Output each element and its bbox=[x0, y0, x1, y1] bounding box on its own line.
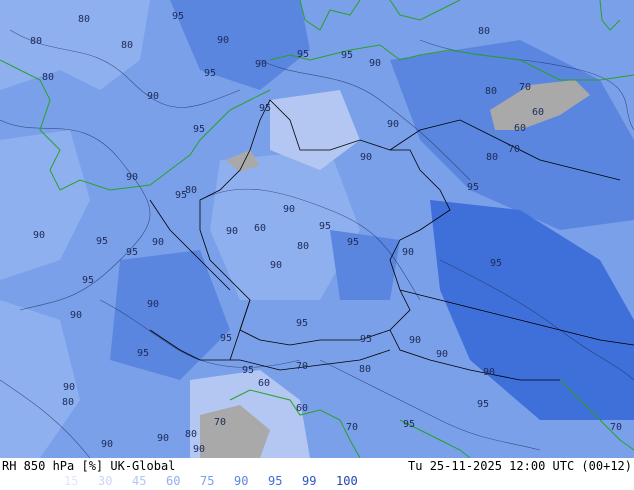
contour-label: 70 bbox=[519, 82, 531, 93]
contour-label: 95 bbox=[259, 103, 271, 114]
contour-label: 90 bbox=[147, 299, 159, 310]
contour-label: 95 bbox=[477, 399, 489, 410]
contour-label: 90 bbox=[283, 204, 295, 215]
contour-label: 95 bbox=[467, 182, 479, 193]
contour-label: 60 bbox=[254, 223, 266, 234]
contour-label: 90 bbox=[217, 35, 229, 46]
contour-label: 95 bbox=[347, 237, 359, 248]
map-canvas: 80 95 80 90 80 95 90 95 80 90 80 95 90 95 95 90 80 70 60 60… bbox=[0, 0, 634, 458]
contour-label: 95 bbox=[297, 49, 309, 60]
contour-label: 90 bbox=[63, 382, 75, 393]
contour-label: 60 bbox=[296, 403, 308, 414]
contour-label: 80 bbox=[185, 429, 197, 440]
contour-label: 95 bbox=[137, 348, 149, 359]
contour-label: 90 bbox=[255, 59, 267, 70]
contour-label: 90 bbox=[70, 310, 82, 321]
contour-label: 80 bbox=[486, 152, 498, 163]
contour-label: 90 bbox=[436, 349, 448, 360]
contour-label: 95 bbox=[193, 124, 205, 135]
contour-label: 70 bbox=[346, 422, 358, 433]
contour-label: 80 bbox=[359, 364, 371, 375]
contour-label: 90 bbox=[369, 58, 381, 69]
contour-label: 95 bbox=[82, 275, 94, 286]
contour-label: 80 bbox=[478, 26, 490, 37]
contour-label: 95 bbox=[360, 334, 372, 345]
weather-map: 80 95 80 90 80 95 90 95 80 90 80 95 90 95 95 90 80 70 60 60… bbox=[0, 0, 634, 458]
contour-label: 90 bbox=[193, 444, 205, 455]
legend-entry-45: 45 bbox=[132, 474, 147, 488]
contour-label: 90 bbox=[152, 237, 164, 248]
legend-entry-75: 75 bbox=[200, 474, 215, 488]
product-title: RH 850 hPa [%] UK-Global bbox=[2, 459, 176, 473]
contour-label: 95 bbox=[242, 365, 254, 376]
contour-label: 95 bbox=[96, 236, 108, 247]
contour-label: 70 bbox=[296, 361, 308, 372]
contour-label: 80 bbox=[121, 40, 133, 51]
legend-entry-30: 30 bbox=[98, 474, 113, 488]
contour-label: 70 bbox=[214, 417, 226, 428]
contour-label: 60 bbox=[258, 378, 270, 389]
contour-label: 90 bbox=[101, 439, 113, 450]
contour-label: 70 bbox=[508, 144, 520, 155]
contour-label: 90 bbox=[483, 367, 495, 378]
legend: 15 30 45 60 75 90 95 99 100 bbox=[64, 474, 370, 488]
rh-area-south bbox=[330, 230, 400, 300]
contour-label: 80 bbox=[297, 241, 309, 252]
contour-label: 95 bbox=[319, 221, 331, 232]
map-footer: RH 850 hPa [%] UK-Global Tu 25-11-2025 1… bbox=[0, 458, 634, 490]
contour-label: 90 bbox=[33, 230, 45, 241]
legend-entry-90: 90 bbox=[234, 474, 249, 488]
contour-label: 90 bbox=[360, 152, 372, 163]
contour-label: 90 bbox=[157, 433, 169, 444]
contour-label: 90 bbox=[147, 91, 159, 102]
contour-label: 80 bbox=[30, 36, 42, 47]
contour-label: 95 bbox=[220, 333, 232, 344]
contour-label: 90 bbox=[387, 119, 399, 130]
contour-label: 60 bbox=[532, 107, 544, 118]
legend-entry-100: 100 bbox=[336, 474, 358, 488]
contour-label: 95 bbox=[175, 190, 187, 201]
legend-entry-15: 15 bbox=[64, 474, 79, 488]
contour-label: 95 bbox=[126, 247, 138, 258]
contour-label: 90 bbox=[402, 247, 414, 258]
valid-time: Tu 25-11-2025 12:00 UTC (00+12) bbox=[408, 459, 632, 473]
contour-label: 95 bbox=[341, 50, 353, 61]
contour-label: 95 bbox=[172, 11, 184, 22]
contour-label: 95 bbox=[403, 419, 415, 430]
legend-entry-95: 95 bbox=[268, 474, 283, 488]
contour-label: 95 bbox=[490, 258, 502, 269]
legend-entry-99: 99 bbox=[302, 474, 317, 488]
contour-label: 70 bbox=[610, 422, 622, 433]
contour-label: 80 bbox=[78, 14, 90, 25]
contour-label: 95 bbox=[204, 68, 216, 79]
contour-label: 80 bbox=[485, 86, 497, 97]
contour-label: 90 bbox=[270, 260, 282, 271]
contour-label: 90 bbox=[226, 226, 238, 237]
contour-label: 90 bbox=[126, 172, 138, 183]
contour-label: 80 bbox=[62, 397, 74, 408]
contour-label: 80 bbox=[42, 72, 54, 83]
contour-label: 90 bbox=[409, 335, 421, 346]
legend-entry-60: 60 bbox=[166, 474, 181, 488]
contour-label: 60 bbox=[514, 123, 526, 134]
contour-label: 95 bbox=[296, 318, 308, 329]
